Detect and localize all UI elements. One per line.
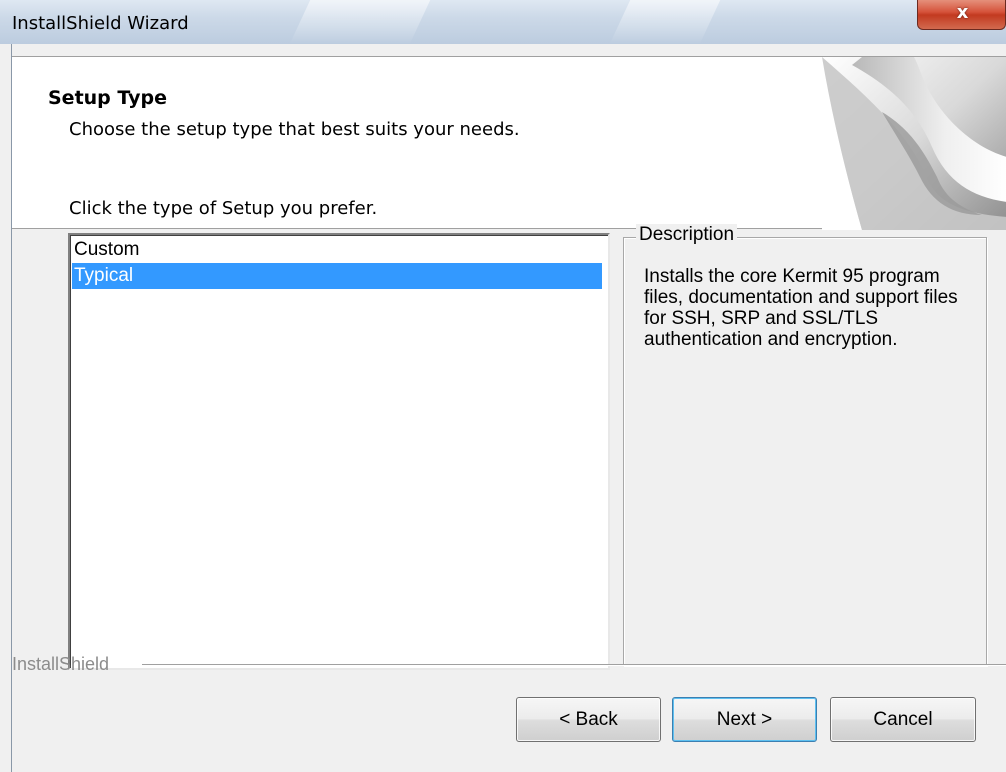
title-bar-sheen	[609, 0, 721, 44]
close-icon: x	[956, 2, 969, 23]
description-text: Installs the core Kermit 95 program file…	[644, 266, 958, 350]
setup-type-option-typical[interactable]: Typical	[72, 263, 602, 289]
installshield-wizard-window: InstallShield Wizard x Setup Type Choose…	[0, 0, 1006, 772]
description-legend: Description	[636, 224, 738, 246]
dialog-body: Setup Type Choose the setup type that be…	[11, 44, 1006, 772]
back-button[interactable]: < Back	[516, 697, 661, 742]
page-curl-graphic	[822, 57, 1006, 230]
title-bar[interactable]: InstallShield Wizard x	[0, 0, 1006, 44]
cancel-button[interactable]: Cancel	[830, 697, 976, 742]
page-title: Setup Type	[48, 87, 167, 109]
close-button[interactable]: x	[917, 0, 1006, 30]
next-button[interactable]: Next >	[672, 697, 817, 742]
setup-type-list[interactable]: Custom Typical	[68, 233, 610, 670]
window-title: InstallShield Wizard	[12, 13, 189, 34]
page-subtitle: Choose the setup type that best suits yo…	[69, 119, 520, 140]
setup-type-option-custom[interactable]: Custom	[72, 237, 602, 263]
brand-separator	[142, 664, 1006, 666]
setup-instruction: Click the type of Setup you prefer.	[69, 198, 378, 219]
installshield-brand-label: InstallShield	[12, 654, 110, 674]
description-group: Description Installs the core Kermit 95 …	[623, 224, 987, 666]
title-bar-sheen	[289, 0, 431, 44]
